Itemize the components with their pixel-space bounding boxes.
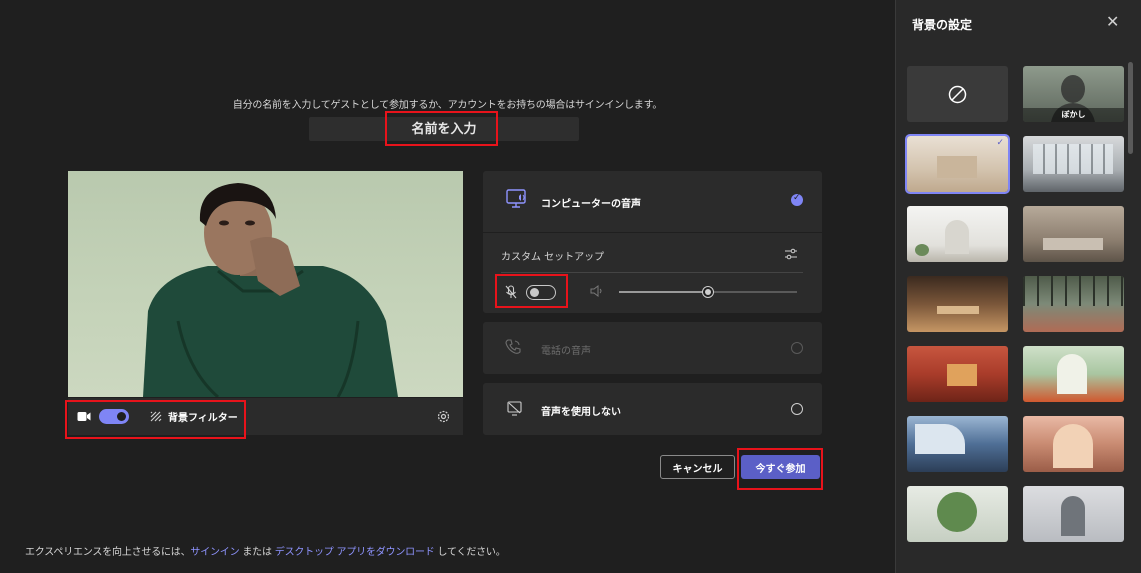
phone-audio-card[interactable]: 電話の音声 [483,322,822,374]
join-now-button[interactable]: 今すぐ参加 [741,455,820,479]
no-background-icon [948,85,967,104]
divider [483,232,822,233]
no-audio-label: 音声を使用しない [541,407,621,418]
phone-audio-label: 電話の音声 [541,346,591,357]
speaker-icon [590,285,602,297]
video-controls-bar: 背景フィルター [68,398,463,435]
no-audio-icon [507,401,522,416]
background-tile-greenhouse[interactable] [1023,276,1124,332]
volume-slider-track[interactable] [619,286,797,298]
background-settings-panel: 背景の設定 ✕ ぼかし ✓ [895,0,1141,573]
camera-toggle[interactable] [99,409,129,424]
camera-icon [77,412,91,421]
person-silhouette [143,183,398,397]
cancel-button[interactable]: キャンセル [660,455,735,479]
join-screen: 自分の名前を入力してゲストとして参加するか、アカウントをお持ちの場合はサインイン… [0,0,895,573]
background-tile-selected[interactable]: ✓ [905,134,1010,194]
background-tile-office-window[interactable] [1023,136,1124,192]
close-icon[interactable]: ✕ [1106,12,1119,31]
panel-title: 背景の設定 [912,18,973,32]
device-settings-icon[interactable] [437,410,450,423]
background-tile-blue-modern[interactable] [907,416,1008,472]
custom-setup-label: カスタム セットアップ [501,252,605,263]
background-tile-grey-arch[interactable] [1023,486,1124,542]
background-tile-green-arches[interactable] [1023,346,1124,402]
background-tile-warm-dining[interactable] [907,276,1008,332]
blur-label: ぼかし [1023,108,1124,122]
microphone-off-icon [505,285,517,299]
background-filter-button[interactable]: 背景フィルター [168,409,238,424]
computer-audio-radio[interactable] [791,193,803,206]
sign-in-link[interactable]: サインイン [190,547,239,558]
background-tile-white-room[interactable] [907,206,1008,262]
no-audio-radio[interactable] [791,403,803,415]
microphone-toggle[interactable] [526,285,556,300]
download-desktop-app-link[interactable]: デスクトップ アプリをダウンロード [275,547,435,558]
volume-slider-thumb[interactable] [702,286,714,298]
phone-icon [505,339,521,354]
background-filter-icon [150,411,162,422]
background-blur-tile[interactable]: ぼかし [1023,66,1124,122]
panel-scrollbar[interactable] [1128,62,1133,154]
background-tile-desert-arch[interactable] [1023,416,1124,472]
audio-settings-sliders-icon[interactable] [784,248,798,260]
name-input[interactable] [309,117,579,141]
no-audio-card[interactable]: 音声を使用しない [483,383,822,435]
background-tile-red-room[interactable] [907,346,1008,402]
background-tile-round-window[interactable] [907,486,1008,542]
computer-audio-card[interactable]: コンピューターの音声 カスタム セットアップ [483,171,822,313]
background-none-tile[interactable] [907,66,1008,122]
computer-audio-label: コンピューターの音声 [541,199,641,210]
volume-slider-fill [619,291,708,293]
background-tile-stone-lounge[interactable] [1023,206,1124,262]
phone-audio-radio[interactable] [791,342,803,354]
divider [501,272,803,273]
footer-text: エクスペリエンスを向上させるには、サインイン または デスクトップ アプリをダウ… [25,547,506,558]
join-instruction: 自分の名前を入力してゲストとして参加するか、アカウントをお持ちの場合はサインイン… [232,100,663,111]
selected-check-icon: ✓ [996,138,1004,148]
video-preview [68,171,463,397]
computer-audio-icon [506,189,526,208]
